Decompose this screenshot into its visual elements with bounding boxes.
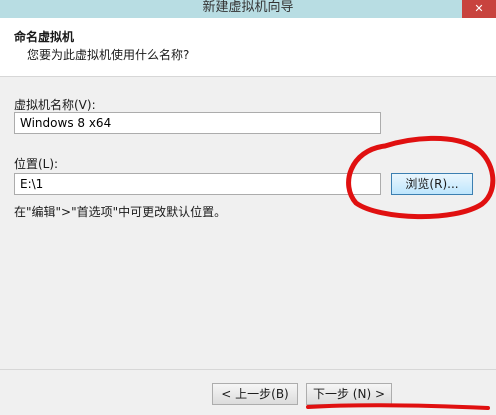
back-button[interactable]: < 上一步(B) (212, 383, 298, 405)
page-subtitle: 您要为此虚拟机使用什么名称? (27, 48, 190, 62)
title-bar: 新建虚拟机向导 ✕ (0, 0, 496, 18)
close-button[interactable]: ✕ (462, 0, 496, 18)
vm-name-label: 虚拟机名称(V): (14, 98, 96, 112)
browse-button[interactable]: 浏览(R)... (391, 173, 473, 195)
footer-divider (0, 369, 496, 370)
window-title: 新建虚拟机向导 (202, 0, 294, 15)
next-button[interactable]: 下一步 (N) > (306, 383, 392, 405)
location-label: 位置(L): (14, 157, 59, 171)
default-location-hint: 在"编辑">"首选项"中可更改默认位置。 (14, 205, 227, 219)
page-title: 命名虚拟机 (14, 30, 75, 44)
location-input[interactable] (14, 173, 381, 195)
wizard-header: 命名虚拟机 您要为此虚拟机使用什么名称? (0, 18, 496, 77)
vm-name-input[interactable] (14, 112, 381, 134)
